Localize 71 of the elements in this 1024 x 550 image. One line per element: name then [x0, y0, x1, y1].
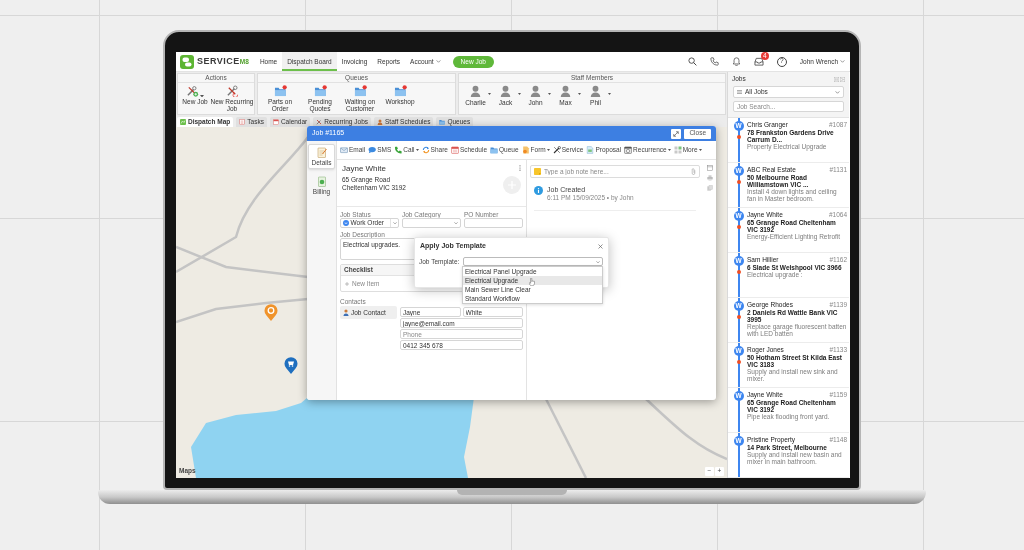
chat-bubble-icon: [368, 146, 377, 154]
panel-toggle-icon[interactable]: [834, 76, 839, 82]
document-icon: [586, 146, 595, 154]
calendar-clock-icon: [624, 146, 633, 154]
caret-icon: [548, 93, 551, 95]
phone-icon[interactable]: [709, 57, 719, 66]
grid-icon: [673, 146, 682, 154]
chevron-down-icon: [454, 221, 458, 225]
chevron-down-icon: [435, 60, 441, 63]
person-icon: [377, 119, 383, 125]
calendar-icon: [272, 119, 279, 125]
chevron-down-icon: [392, 221, 397, 225]
envelope-icon: [340, 146, 348, 154]
text-field[interactable]: [464, 218, 523, 228]
chevrons-right-icon[interactable]: [840, 76, 845, 82]
hand-cursor-icon: [529, 278, 535, 286]
folder-icon: [273, 85, 287, 97]
folder-icon: [313, 85, 327, 97]
chevron-down-icon: [835, 90, 840, 94]
printer-icon[interactable]: [706, 175, 713, 181]
caret-icon: [546, 149, 550, 151]
notepad-icon: [316, 147, 327, 158]
person-icon: [343, 309, 349, 316]
sticky-note-icon: [534, 168, 541, 175]
tools-icon: [316, 119, 323, 125]
template-select[interactable]: [463, 257, 603, 267]
caret-icon: [698, 149, 702, 151]
chevron-down-icon: [840, 60, 845, 63]
receipt-icon: [316, 176, 327, 187]
circular-arrows-icon: [421, 146, 430, 154]
phone-icon: [394, 146, 403, 154]
tools-icon: [552, 146, 561, 154]
folder-icon: [439, 119, 446, 125]
bell-icon[interactable]: [731, 57, 741, 66]
status-icon: [342, 220, 349, 226]
clipboard-icon: [239, 119, 246, 125]
tools-plus-icon: [186, 85, 199, 97]
person-icon: [590, 85, 601, 97]
person-icon: [530, 85, 541, 97]
person-icon: [560, 85, 571, 97]
map-pin-icon[interactable]: [284, 357, 298, 374]
caret-icon: [488, 93, 491, 95]
chevron-down-icon: [596, 260, 600, 264]
caret-icon: [578, 93, 581, 95]
list-icon: [737, 90, 742, 94]
caret-icon: [667, 149, 671, 151]
close-icon[interactable]: [598, 243, 603, 249]
caret-icon: [608, 93, 611, 95]
folder-icon: [353, 85, 367, 97]
tools-icon: [225, 85, 239, 97]
folder-icon: [393, 85, 407, 97]
client-name: Jayne White: [342, 164, 387, 174]
person-icon: [470, 85, 481, 97]
calendar-icon: [450, 146, 459, 154]
info-icon: [534, 186, 543, 195]
caret-icon: [518, 93, 521, 95]
select-field[interactable]: [402, 218, 461, 228]
logo-icon[interactable]: [180, 54, 194, 69]
paperclip-icon[interactable]: [691, 168, 696, 175]
document-icon: [521, 146, 530, 154]
search-icon[interactable]: [687, 57, 697, 66]
caret-icon: [415, 149, 419, 151]
map-icon: [180, 119, 186, 125]
document-icon[interactable]: [706, 165, 713, 171]
copy-icon[interactable]: [706, 185, 713, 191]
map-pin-icon[interactable]: [264, 304, 278, 321]
expand-icon[interactable]: [671, 128, 682, 139]
person-icon: [500, 85, 511, 97]
inbox-icon[interactable]: [753, 57, 764, 66]
folder-icon: [490, 146, 499, 154]
caret-icon: [200, 94, 204, 97]
